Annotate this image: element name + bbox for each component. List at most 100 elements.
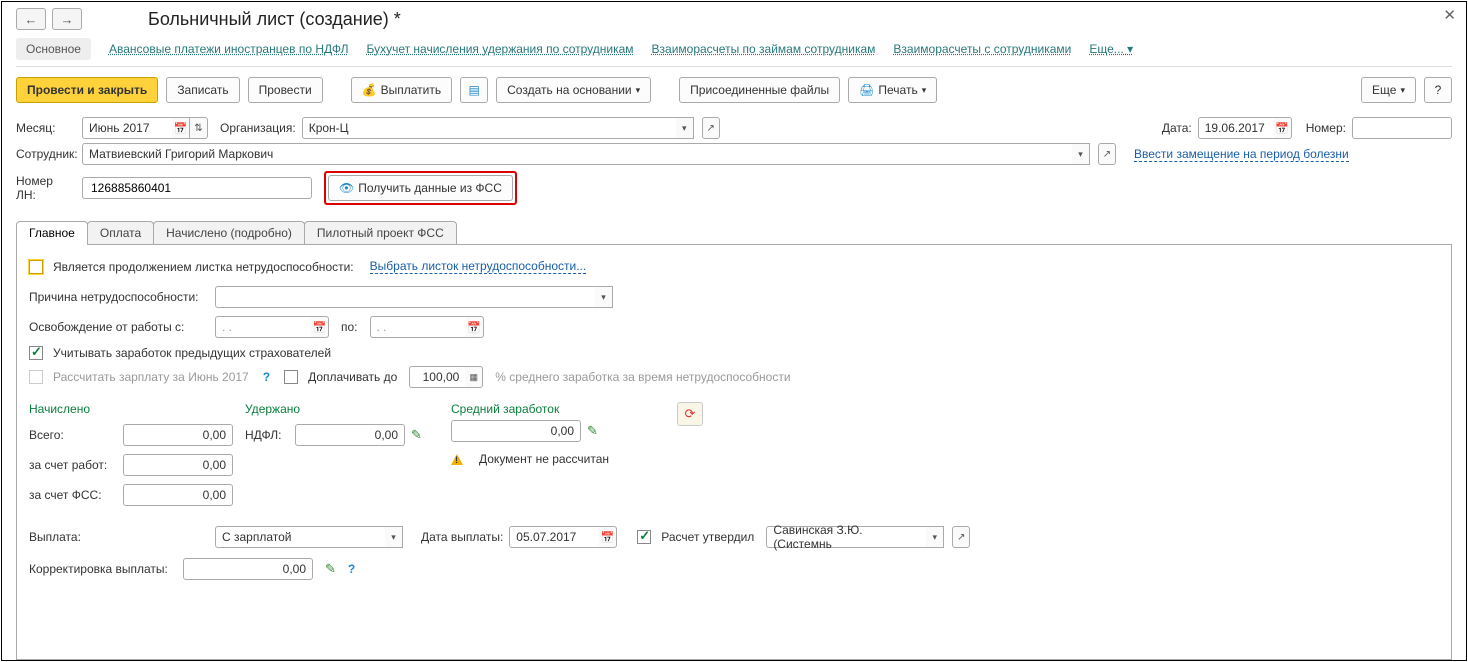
close-icon[interactable]: ✕ bbox=[1443, 6, 1456, 24]
open-org-button[interactable]: ↗ bbox=[702, 117, 720, 139]
nav-back-button[interactable]: ← bbox=[16, 8, 46, 30]
open-employee-button[interactable]: ↗ bbox=[1098, 143, 1116, 165]
avg-head: Средний заработок bbox=[451, 402, 671, 416]
consider-checkbox[interactable] bbox=[29, 346, 43, 360]
pencil-icon[interactable]: ✎ bbox=[587, 423, 598, 439]
select-sheet-link[interactable]: Выбрать листок нетрудоспособности... bbox=[370, 259, 587, 274]
release-from-label: Освобождение от работы с: bbox=[29, 320, 209, 334]
pay-extra-checkbox[interactable] bbox=[284, 370, 298, 384]
employee-label: Сотрудник: bbox=[16, 147, 76, 161]
chevron-down-icon[interactable]: ▾ bbox=[1072, 143, 1090, 165]
release-from-input[interactable]: . . bbox=[215, 316, 329, 338]
tab-main[interactable]: Главное bbox=[16, 221, 88, 244]
month-input[interactable]: Июнь 2017 bbox=[82, 117, 208, 139]
ln-label: Номер ЛН: bbox=[16, 174, 76, 202]
eye-icon: 👁 bbox=[339, 181, 354, 195]
chevron-down-icon[interactable]: ▾ bbox=[676, 117, 694, 139]
not-calculated-label: Документ не рассчитан bbox=[479, 452, 609, 466]
refresh-button[interactable]: ⟳ bbox=[677, 402, 703, 426]
open-approver-button[interactable]: ↗ bbox=[952, 526, 970, 548]
calendar-icon[interactable] bbox=[1274, 117, 1292, 139]
list-icon: ▤ bbox=[468, 83, 479, 97]
ndfl-label: НДФЛ: bbox=[245, 428, 289, 442]
more-button[interactable]: Еще ▾ bbox=[1361, 77, 1416, 103]
pencil-icon[interactable]: ✎ bbox=[325, 561, 336, 577]
withheld-head: Удержано bbox=[245, 402, 445, 416]
spinner-icon[interactable]: ▦ bbox=[465, 366, 483, 388]
nav-accounting[interactable]: Бухучет начисления удержания по сотрудни… bbox=[366, 40, 633, 58]
total-value[interactable]: 0,00 bbox=[123, 424, 233, 446]
printer-icon: 🖨 bbox=[859, 83, 874, 97]
ln-input[interactable] bbox=[82, 177, 312, 199]
approved-label: Расчет утвердил bbox=[661, 530, 754, 544]
accrued-head: Начислено bbox=[29, 402, 239, 416]
calc-salary-checkbox bbox=[29, 370, 43, 384]
spinner-icon[interactable] bbox=[190, 117, 208, 139]
calendar-icon[interactable] bbox=[599, 526, 617, 548]
continuation-label: Является продолжением листка нетрудоспос… bbox=[53, 260, 354, 274]
employer-label: за счет работ: bbox=[29, 458, 117, 472]
payout-date-input[interactable]: 05.07.2017 bbox=[509, 526, 617, 548]
reason-label: Причина нетрудоспособности: bbox=[29, 290, 209, 304]
pay-button[interactable]: 💰 Выплатить bbox=[351, 77, 452, 103]
avg-note: % среднего заработка за время нетрудоспо… bbox=[495, 370, 790, 384]
tab-payment[interactable]: Оплата bbox=[87, 221, 154, 244]
org-input[interactable]: Крон-Ц ▾ bbox=[302, 117, 694, 139]
org-label: Организация: bbox=[220, 121, 296, 135]
release-to-input[interactable]: . . bbox=[370, 316, 484, 338]
substitution-link[interactable]: Ввести замещение на период болезни bbox=[1134, 147, 1349, 162]
total-label: Всего: bbox=[29, 428, 117, 442]
reason-input[interactable]: ▾ bbox=[215, 286, 613, 308]
tab-accrued[interactable]: Начислено (подробно) bbox=[153, 221, 305, 244]
ndfl-value[interactable]: 0,00 bbox=[295, 424, 405, 446]
chevron-down-icon[interactable]: ▾ bbox=[595, 286, 613, 308]
help-icon[interactable]: ? bbox=[263, 370, 270, 384]
date-input[interactable]: 19.06.2017 bbox=[1198, 117, 1292, 139]
nav-loans[interactable]: Взаиморасчеты по займам сотрудникам bbox=[652, 40, 876, 58]
nav-forward-button[interactable]: → bbox=[52, 8, 82, 30]
write-button[interactable]: Записать bbox=[166, 77, 239, 103]
calendar-icon[interactable] bbox=[172, 117, 190, 139]
page-title: Больничный лист (создание) * bbox=[148, 9, 401, 30]
get-fss-button[interactable]: 👁 Получить данные из ФСС bbox=[328, 175, 513, 201]
date-label: Дата: bbox=[1162, 121, 1192, 135]
create-based-button[interactable]: Создать на основании ▾ bbox=[496, 77, 651, 103]
nav-main[interactable]: Основное bbox=[16, 38, 91, 60]
avg-value[interactable]: 0,00 bbox=[451, 420, 581, 442]
employer-value[interactable]: 0,00 bbox=[123, 454, 233, 476]
fss-label: за счет ФСС: bbox=[29, 488, 117, 502]
print-button[interactable]: 🖨 Печать ▾ bbox=[848, 77, 937, 103]
nav-advances[interactable]: Авансовые платежи иностранцев по НДФЛ bbox=[109, 40, 348, 58]
approved-checkbox[interactable] bbox=[637, 530, 651, 544]
month-label: Месяц: bbox=[16, 121, 76, 135]
list-icon-button[interactable]: ▤ bbox=[460, 77, 488, 103]
pencil-icon[interactable]: ✎ bbox=[411, 427, 422, 443]
continuation-checkbox[interactable] bbox=[29, 260, 43, 274]
calc-salary-label: Рассчитать зарплату за Июнь 2017 bbox=[53, 370, 249, 384]
help-icon[interactable]: ? bbox=[348, 562, 355, 576]
warning-icon bbox=[451, 454, 463, 465]
nav-settlements[interactable]: Взаиморасчеты с сотрудниками bbox=[893, 40, 1071, 58]
money-icon: 💰 bbox=[362, 83, 377, 97]
help-button[interactable]: ? bbox=[1424, 77, 1452, 103]
calendar-icon[interactable] bbox=[466, 316, 484, 338]
post-close-button[interactable]: Провести и закрыть bbox=[16, 77, 158, 103]
approved-input[interactable]: Савинская З.Ю. (Системнь ▾ bbox=[766, 526, 944, 548]
chevron-down-icon[interactable]: ▾ bbox=[926, 526, 944, 548]
correction-value[interactable]: 0,00 bbox=[183, 558, 313, 580]
payout-input[interactable]: С зарплатой ▾ bbox=[215, 526, 403, 548]
number-input[interactable] bbox=[1352, 117, 1452, 139]
attached-files-button[interactable]: Присоединенные файлы bbox=[679, 77, 840, 103]
post-button[interactable]: Провести bbox=[248, 77, 323, 103]
calendar-icon[interactable] bbox=[311, 316, 329, 338]
fss-value[interactable]: 0,00 bbox=[123, 484, 233, 506]
nav-more[interactable]: Еще... ▾ bbox=[1089, 42, 1133, 56]
chevron-down-icon[interactable]: ▾ bbox=[385, 526, 403, 548]
number-label: Номер: bbox=[1306, 121, 1346, 135]
tab-pilot[interactable]: Пилотный проект ФСС bbox=[304, 221, 457, 244]
to-label: по: bbox=[341, 320, 358, 334]
employee-input[interactable]: Матвиевский Григорий Маркович ▾ bbox=[82, 143, 1090, 165]
pay-extra-label: Доплачивать до bbox=[308, 370, 397, 384]
payout-label: Выплата: bbox=[29, 530, 209, 544]
pay-extra-input[interactable]: 100,00 ▦ bbox=[409, 366, 483, 388]
